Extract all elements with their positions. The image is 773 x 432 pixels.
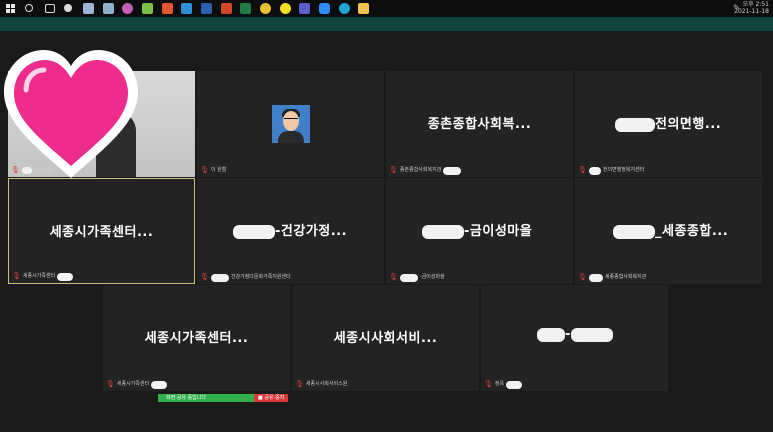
- participant-name: 종촌종합사회복...: [427, 117, 532, 132]
- search-icon[interactable]: [25, 4, 33, 12]
- participant-name: -: [537, 327, 668, 342]
- participant-label: 🎙 종촌종합사회복지관: [389, 166, 462, 175]
- redaction-blur: [399, 273, 418, 282]
- edge-icon[interactable]: [339, 3, 350, 14]
- app-icon[interactable]: [181, 3, 192, 14]
- participant-tile[interactable]: 종촌종합사회복... 🎙 종촌종합사회복지관: [386, 71, 573, 177]
- mic-muted-icon: 🎙: [200, 273, 209, 281]
- mic-muted-icon: 🎙: [389, 166, 398, 174]
- participant-label: 🎙 세종시사회서비스원: [295, 380, 348, 388]
- excel-icon[interactable]: [240, 3, 251, 14]
- share-status-label: 화면 공유 중입니다: [166, 395, 206, 401]
- clock-date: 2021-11-18: [734, 8, 769, 15]
- redaction-blur: [506, 380, 523, 389]
- mic-muted-icon: 🎙: [295, 380, 304, 388]
- mic-muted-icon: 🎙: [484, 380, 493, 388]
- redaction-blur: [588, 273, 603, 282]
- participant-label: 🎙 세종시가족센터: [12, 272, 74, 281]
- word-icon[interactable]: [201, 3, 212, 14]
- share-toolbar-strip: [0, 17, 773, 31]
- zoom-icon[interactable]: [319, 3, 330, 14]
- participant-name: _세종종합...: [613, 220, 762, 239]
- teams-icon[interactable]: [299, 3, 310, 14]
- kakao-icon[interactable]: [280, 3, 291, 14]
- participant-name: 전의면행...: [615, 113, 762, 132]
- document-icon[interactable]: [83, 3, 94, 14]
- office-icon[interactable]: [162, 3, 173, 14]
- redaction-blur: [613, 224, 655, 239]
- heart-sticker: [4, 50, 138, 178]
- stop-share-button[interactable]: ■ 공유 중지: [254, 394, 289, 402]
- participant-name: 세종시가족센터...: [49, 225, 154, 240]
- redaction-blur: [570, 327, 613, 342]
- start-icon[interactable]: [6, 4, 15, 13]
- folder-icon[interactable]: [358, 3, 369, 14]
- participant-tile[interactable]: 전의면행... 🎙 전의면행정복지센터: [575, 71, 762, 177]
- android-icon[interactable]: [142, 3, 153, 14]
- sharing-status[interactable]: 화면 공유 중입니다: [158, 394, 254, 402]
- task-view-icon[interactable]: [45, 4, 55, 13]
- participant-tile[interactable]: _세종종합... 🎙 세종종합사회복지관: [575, 178, 762, 284]
- profile-avatar: [272, 105, 310, 143]
- mic-muted-icon: 🎙: [389, 273, 398, 281]
- chrome-icon[interactable]: [260, 3, 271, 14]
- redaction-blur: [443, 166, 462, 175]
- participant-tile[interactable]: 🎙 이 원철: [197, 71, 384, 177]
- drop-icon[interactable]: [122, 3, 133, 14]
- participant-tile[interactable]: -건강가정... 🎙 건강가정다문화가족지원센터: [197, 178, 384, 284]
- participant-tile[interactable]: -금이성마을 🎙 -금이성마을: [386, 178, 573, 284]
- powerpoint-icon[interactable]: [221, 3, 232, 14]
- participant-name: 세종시사회서비...: [333, 331, 438, 346]
- windows-taskbar: ✎ 오후 2:51 2021-11-18: [0, 0, 773, 17]
- participant-name: 세종시가족센터...: [144, 331, 249, 346]
- redaction-blur: [422, 224, 464, 239]
- clock-time: 오후 2:51: [742, 1, 769, 8]
- participant-tile[interactable]: 세종시사회서비... 🎙 세종시사회서비스원: [292, 285, 479, 391]
- redaction-blur: [233, 224, 275, 239]
- participant-label: 🎙 세종종합사회복지관: [578, 273, 647, 282]
- redaction-blur: [57, 272, 74, 281]
- system-clock[interactable]: 오후 2:51 2021-11-18: [734, 1, 769, 15]
- participant-label: 🎙 -금이성마을: [389, 273, 445, 282]
- participant-tile-active[interactable]: 세종시가족센터... 🎙 세종시가족센터: [8, 178, 195, 284]
- mic-muted-icon: 🎙: [12, 272, 21, 280]
- participant-label: 🎙 세종시가족센터: [106, 380, 168, 389]
- participant-label: 🎙 전의면행정복지센터: [578, 166, 645, 175]
- settings-icon[interactable]: [64, 4, 72, 12]
- mic-muted-icon: 🎙: [578, 166, 587, 174]
- participant-label: 🎙 건강가정다문화가족지원센터: [200, 273, 291, 282]
- redaction-blur: [588, 166, 601, 175]
- redaction-blur: [537, 327, 565, 342]
- participant-label: 🎙 이 원철: [200, 166, 227, 174]
- redaction-blur: [210, 273, 229, 282]
- mic-muted-icon: 🎙: [578, 273, 587, 281]
- participant-name: -건강가정...: [233, 220, 384, 239]
- participant-tile[interactable]: - 🎙 정옥: [481, 285, 668, 391]
- mic-muted-icon: 🎙: [106, 380, 115, 388]
- participant-tile[interactable]: 세종시가족센터... 🎙 세종시가족센터: [103, 285, 290, 391]
- participant-name: -금이성마을: [422, 220, 573, 239]
- participant-label: 🎙 정옥: [484, 380, 523, 389]
- screen-share-bar: 화면 공유 중입니다 ■ 공유 중지: [158, 394, 289, 402]
- redaction-blur: [151, 380, 168, 389]
- redaction-blur: [615, 117, 655, 132]
- mic-muted-icon: 🎙: [200, 166, 209, 174]
- file-icon[interactable]: [103, 3, 114, 14]
